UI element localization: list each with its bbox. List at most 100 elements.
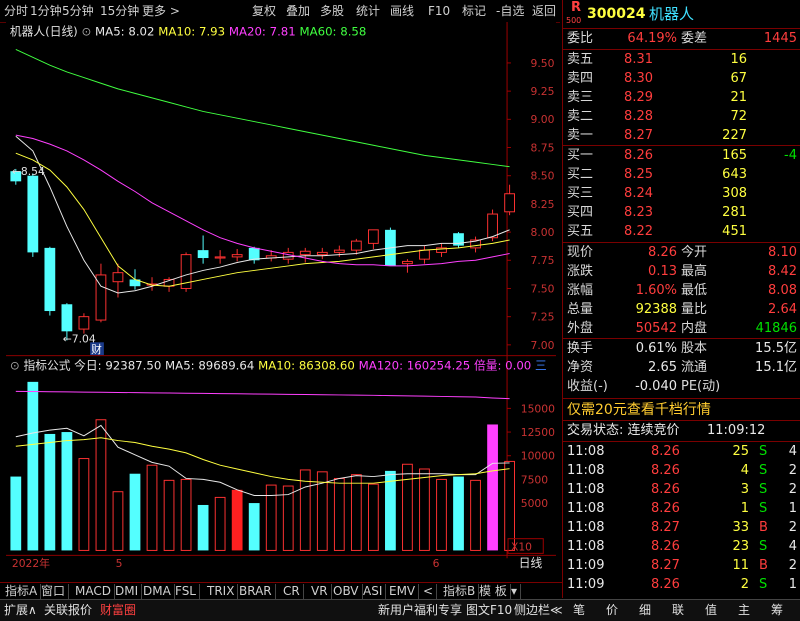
tick-count: 2 <box>788 558 797 573</box>
bid-row[interactable]: 买一 8.26 165 -4 <box>563 147 800 165</box>
indicator-tab-10[interactable]: OBV <box>330 584 363 599</box>
volume-unit: X10 <box>511 540 532 553</box>
indicator-tab-5[interactable]: FSL <box>172 584 200 599</box>
ask-label: 卖二 <box>567 109 594 124</box>
period-label[interactable]: 日线 <box>519 556 543 570</box>
menu-item-8[interactable]: 统计 <box>356 3 380 19</box>
menu-item-6[interactable]: 叠加 <box>286 3 310 19</box>
indicator-tab-9[interactable]: VR <box>308 584 332 599</box>
weibi-label: 委比 <box>567 31 594 46</box>
tick-time: 11:09 <box>567 577 605 592</box>
bid-row[interactable]: 买二 8.25 643 <box>563 166 800 184</box>
menu-item-5[interactable]: 复权 <box>252 3 276 19</box>
indicator-tab-12[interactable]: EMV <box>386 584 420 599</box>
tick-price: 8.27 <box>651 558 680 573</box>
quote-tab-4[interactable]: 值 <box>698 602 724 619</box>
volume-bar <box>214 496 226 551</box>
candle-body <box>197 250 209 259</box>
status-mid-0[interactable]: 新用户福利专享 <box>378 602 462 619</box>
price-tick-label: 9.50 <box>531 57 555 70</box>
volume-bar <box>180 478 192 551</box>
settings-icon[interactable]: ⊙ <box>81 25 95 39</box>
promo-row[interactable]: 仅需20元查看千档行情 <box>563 401 800 420</box>
status-mid-2[interactable]: 侧边栏≪ <box>514 602 563 619</box>
indicator-tab-0[interactable]: 指标A <box>2 584 42 599</box>
quote-tab-3[interactable]: 联 <box>665 602 691 619</box>
stat-value: 92388 <box>635 302 677 317</box>
menu-item-0[interactable]: 分时 <box>4 3 28 19</box>
bid-row[interactable]: 买四 8.23 281 <box>563 204 800 222</box>
volume-legend: ⊙ 指标公式 今日: 92387.50 MA5: 89689.64 MA10: … <box>10 358 547 372</box>
volume-settings-icon[interactable]: ⊙ <box>10 358 24 372</box>
ask-row[interactable]: 卖一 8.27 227 <box>563 127 800 145</box>
menu-item-10[interactable]: F10 <box>428 3 450 19</box>
volume-legend-2: MA5: 89689.64 <box>165 358 258 372</box>
bid-price: 8.22 <box>624 224 653 239</box>
status-left-1[interactable]: 关联报价 <box>44 602 92 619</box>
bid-price: 8.26 <box>624 148 653 163</box>
ask-row[interactable]: 卖四 8.30 67 <box>563 70 800 88</box>
menu-item-11[interactable]: 标记 <box>462 3 486 19</box>
bid-volume: 281 <box>722 205 747 220</box>
fund-label: 净资 <box>567 360 594 375</box>
x-axis-label: 6 <box>433 557 440 570</box>
volume-bar <box>282 485 294 551</box>
tick-row: 11:08 8.26 23 S 4 <box>563 538 800 556</box>
status-left-0[interactable]: 扩展∧ <box>4 602 37 619</box>
menu-item-13[interactable]: 返回 <box>532 3 556 19</box>
quote-tab-0[interactable]: 笔 <box>566 602 592 619</box>
indicator-tab-6[interactable]: TRIX <box>204 584 239 599</box>
indicator-tab-4[interactable]: DMA <box>140 584 175 599</box>
promo-link[interactable]: 仅需20元查看千档行情 <box>567 401 711 419</box>
weicha-value: 1445 <box>763 31 797 46</box>
menu-item-3[interactable]: 15分钟 <box>100 3 139 19</box>
x-axis-label: 2022年 <box>12 557 50 570</box>
stat-value: 2.64 <box>768 302 797 317</box>
status-mid-1[interactable]: 图文F10 <box>466 602 512 619</box>
tick-price: 8.27 <box>651 520 680 535</box>
stat-value: 41846 <box>755 321 797 336</box>
indicator-tab-7[interactable]: BRAR <box>236 584 276 599</box>
indicator-tab-3[interactable]: DMI <box>112 584 143 599</box>
tick-row: 11:08 8.26 25 S 4 <box>563 443 800 461</box>
ask-row[interactable]: 卖二 8.28 72 <box>563 108 800 126</box>
menu-item-4[interactable]: 更多 > <box>142 3 180 19</box>
weibi-row: 委比 64.19% 委差 1445 <box>563 30 800 48</box>
tick-count: 1 <box>788 577 797 592</box>
ask-row[interactable]: 卖五 8.31 16 <box>563 51 800 69</box>
indicator-tab-11[interactable]: ASI <box>360 584 387 599</box>
menu-item-7[interactable]: 多股 <box>320 3 344 19</box>
ask-row[interactable]: 卖三 8.29 21 <box>563 89 800 107</box>
indicator-tab-13[interactable]: < <box>420 584 438 599</box>
quote-tab-1[interactable]: 价 <box>599 602 625 619</box>
menu-item-9[interactable]: 画线 <box>390 3 414 19</box>
indicator-tab-14[interactable]: 指标B <box>440 584 480 599</box>
indicator-tab-2[interactable]: MACD <box>72 584 115 599</box>
tick-time: 11:08 <box>567 501 605 516</box>
kline-chart[interactable]: 9.50 9.25 9.00 8.75 8.50 8.25 8.00 7.75 7.50 7.25… <box>0 22 562 570</box>
indicator-tab-8[interactable]: CR <box>280 584 304 599</box>
cai-badge[interactable]: 财 <box>91 343 102 356</box>
quote-tab-6[interactable]: 筹 <box>764 602 790 619</box>
indicator-tab-16[interactable]: ▾ <box>508 584 522 599</box>
bid-change: -4 <box>784 148 797 163</box>
menu-item-12[interactable]: -自选 <box>496 3 524 19</box>
menu-item-2[interactable]: 5分钟 <box>62 3 94 19</box>
indicator-tab-15[interactable]: 模 板 <box>476 584 511 599</box>
bid-row[interactable]: 买五 8.22 451 <box>563 223 800 241</box>
volume-bar <box>402 463 413 551</box>
tick-row: 11:09 8.27 11 B 2 <box>563 557 800 575</box>
indicator-tab-1[interactable]: 窗口 <box>38 584 70 599</box>
menu-item-1[interactable]: 1分钟 <box>30 3 62 19</box>
quote-tab-5[interactable]: 主 <box>731 602 757 619</box>
stat-row: 涨跌 0.13 最高 8.42 <box>563 263 800 281</box>
ma-legend-2: MA20: 7.81 <box>229 25 300 39</box>
volume-tick-label: 10000 <box>521 450 555 463</box>
quote-tab-2[interactable]: 细 <box>632 602 658 619</box>
bid-row[interactable]: 买三 8.24 308 <box>563 185 800 203</box>
fund-value: 15.5亿 <box>755 341 797 356</box>
candle-body <box>299 250 311 256</box>
candle-body <box>402 260 413 265</box>
status-left-2[interactable]: 财富圈 <box>100 602 136 619</box>
fund-label: PE(动) <box>681 379 721 394</box>
